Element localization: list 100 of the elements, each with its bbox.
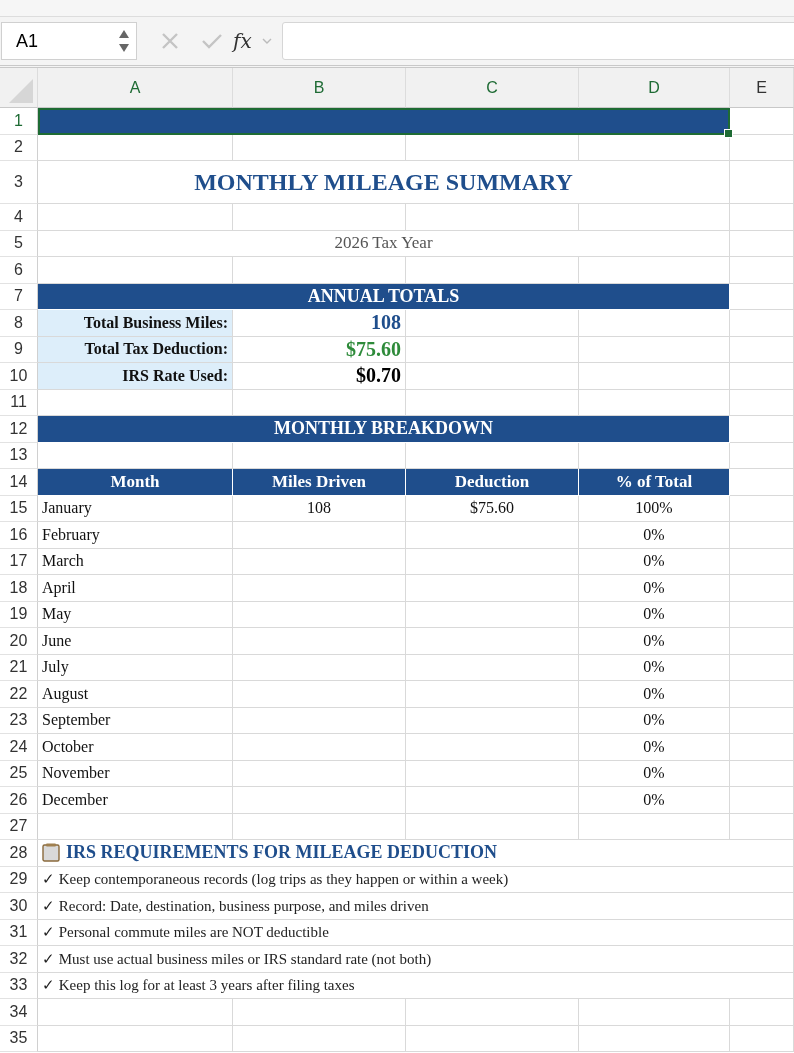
row-header[interactable]: 31 — [0, 919, 38, 946]
column-header[interactable]: C — [406, 68, 579, 108]
empty-cell[interactable] — [406, 548, 579, 575]
empty-cell[interactable] — [406, 522, 579, 549]
spinner-icon[interactable] — [118, 28, 130, 54]
empty-cell[interactable] — [233, 134, 406, 161]
empty-cell[interactable] — [406, 760, 579, 787]
empty-cell[interactable] — [730, 628, 794, 655]
empty-cell[interactable] — [406, 601, 579, 628]
empty-cell[interactable] — [730, 654, 794, 681]
empty-cell[interactable] — [406, 575, 579, 602]
row-header[interactable]: 2 — [0, 134, 38, 161]
fill-handle[interactable] — [724, 128, 733, 138]
row-header[interactable]: 30 — [0, 893, 38, 920]
row-header[interactable]: 16 — [0, 522, 38, 549]
row-header[interactable]: 32 — [0, 946, 38, 973]
empty-cell[interactable] — [233, 1025, 406, 1052]
row-header[interactable]: 17 — [0, 548, 38, 575]
row-header[interactable]: 26 — [0, 787, 38, 814]
empty-cell[interactable] — [233, 654, 406, 681]
empty-cell[interactable] — [233, 522, 406, 549]
row-header[interactable]: 9 — [0, 336, 38, 363]
row-header[interactable]: 14 — [0, 469, 38, 496]
select-all-icon[interactable] — [9, 79, 33, 103]
empty-cell[interactable] — [730, 134, 794, 161]
empty-cell[interactable] — [730, 999, 794, 1026]
row-header[interactable]: 4 — [0, 204, 38, 231]
column-header[interactable]: A — [38, 68, 233, 108]
empty-cell[interactable] — [406, 787, 579, 814]
empty-cell[interactable] — [730, 161, 794, 204]
row-header[interactable]: 6 — [0, 257, 38, 284]
empty-cell[interactable] — [730, 495, 794, 522]
empty-cell[interactable] — [233, 813, 406, 840]
column-header[interactable]: E — [730, 68, 794, 108]
empty-cell[interactable] — [579, 813, 730, 840]
selected-banner-cell[interactable] — [38, 108, 730, 135]
row-header[interactable]: 28 — [0, 840, 38, 867]
empty-cell[interactable] — [730, 389, 794, 416]
empty-cell[interactable] — [233, 601, 406, 628]
row-header[interactable]: 18 — [0, 575, 38, 602]
function-button[interactable]: fx — [233, 29, 252, 53]
empty-cell[interactable] — [730, 760, 794, 787]
row-header[interactable]: 25 — [0, 760, 38, 787]
empty-cell[interactable] — [406, 204, 579, 231]
empty-cell[interactable] — [579, 1025, 730, 1052]
empty-cell[interactable] — [730, 522, 794, 549]
check-icon[interactable] — [201, 32, 223, 50]
empty-cell[interactable] — [406, 363, 579, 390]
empty-cell[interactable] — [579, 363, 730, 390]
column-header[interactable]: B — [233, 68, 406, 108]
formula-input[interactable] — [281, 22, 794, 60]
empty-cell[interactable] — [233, 681, 406, 708]
row-header[interactable]: 23 — [0, 707, 38, 734]
empty-cell[interactable] — [233, 204, 406, 231]
empty-cell[interactable] — [233, 628, 406, 655]
empty-cell[interactable] — [406, 310, 579, 337]
empty-cell[interactable] — [730, 681, 794, 708]
empty-cell[interactable] — [233, 734, 406, 761]
name-box[interactable]: A1 — [1, 22, 137, 60]
empty-cell[interactable] — [579, 204, 730, 231]
row-header[interactable]: 7 — [0, 283, 38, 310]
empty-cell[interactable] — [730, 230, 794, 257]
empty-cell[interactable] — [579, 310, 730, 337]
empty-cell[interactable] — [406, 999, 579, 1026]
empty-cell[interactable] — [730, 813, 794, 840]
row-header[interactable]: 10 — [0, 363, 38, 390]
empty-cell[interactable] — [233, 787, 406, 814]
row-header[interactable]: 34 — [0, 999, 38, 1026]
row-header[interactable]: 11 — [0, 389, 38, 416]
empty-cell[interactable] — [579, 257, 730, 284]
row-header[interactable]: 13 — [0, 442, 38, 469]
empty-cell[interactable] — [579, 336, 730, 363]
close-icon[interactable] — [161, 32, 179, 50]
empty-cell[interactable] — [730, 707, 794, 734]
empty-cell[interactable] — [233, 257, 406, 284]
empty-cell[interactable] — [406, 1025, 579, 1052]
row-header[interactable]: 5 — [0, 230, 38, 257]
empty-cell[interactable] — [730, 787, 794, 814]
row-header[interactable]: 19 — [0, 601, 38, 628]
row-header[interactable]: 12 — [0, 416, 38, 443]
empty-cell[interactable] — [406, 707, 579, 734]
empty-cell[interactable] — [730, 204, 794, 231]
row-header[interactable]: 33 — [0, 972, 38, 999]
empty-cell[interactable] — [406, 257, 579, 284]
empty-cell[interactable] — [579, 999, 730, 1026]
empty-cell[interactable] — [233, 548, 406, 575]
empty-cell[interactable] — [730, 1025, 794, 1052]
row-header[interactable]: 15 — [0, 495, 38, 522]
row-header[interactable]: 21 — [0, 654, 38, 681]
row-header[interactable]: 8 — [0, 310, 38, 337]
row-header[interactable]: 1 — [0, 108, 38, 135]
empty-cell[interactable] — [406, 734, 579, 761]
empty-cell[interactable] — [406, 134, 579, 161]
empty-cell[interactable] — [730, 310, 794, 337]
empty-cell[interactable] — [730, 336, 794, 363]
row-header[interactable]: 27 — [0, 813, 38, 840]
row-header[interactable]: 20 — [0, 628, 38, 655]
empty-cell[interactable] — [406, 654, 579, 681]
empty-cell[interactable] — [406, 813, 579, 840]
row-header[interactable]: 35 — [0, 1025, 38, 1052]
